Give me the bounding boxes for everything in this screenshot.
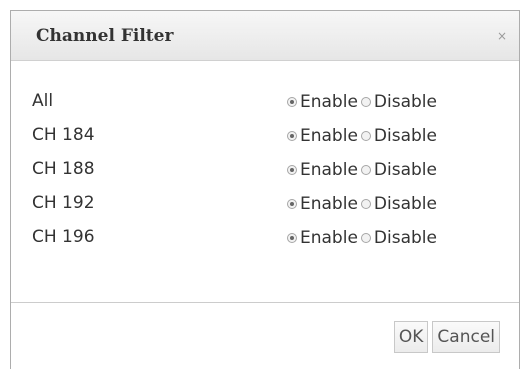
enable-radio[interactable] [287,233,297,243]
enable-disable-group: Enable Disable [287,125,440,147]
enable-disable-group: Enable Disable [287,159,440,181]
enable-disable-group: Enable Disable [287,227,440,249]
enable-label[interactable]: Enable [300,92,358,112]
channel-label: All [32,91,54,111]
disable-radio[interactable] [360,165,371,175]
channel-label: CH 196 [32,227,95,247]
enable-label[interactable]: Enable [300,126,358,146]
disable-radio[interactable] [360,233,371,243]
dialog-footer: OK Cancel [393,321,500,353]
channel-row-all: All Enable Disable [11,91,519,125]
enable-label[interactable]: Enable [300,228,358,248]
close-icon[interactable]: × [494,28,510,44]
channel-label: CH 192 [32,193,95,213]
channel-row-ch184: CH 184 Enable Disable [11,125,519,159]
enable-radio[interactable] [287,131,297,141]
enable-label[interactable]: Enable [300,194,358,214]
cancel-button[interactable]: Cancel [432,321,500,353]
disable-radio[interactable] [360,199,371,209]
channel-label: CH 184 [32,125,95,145]
disable-label[interactable]: Disable [374,228,437,248]
channel-label: CH 188 [32,159,95,179]
channel-row-ch192: CH 192 Enable Disable [11,193,519,227]
enable-disable-group: Enable Disable [287,91,440,113]
disable-label[interactable]: Disable [374,194,437,214]
dialog-titlebar[interactable]: Channel Filter × [11,11,519,61]
footer-divider [11,302,519,303]
disable-radio[interactable] [360,97,371,107]
disable-label[interactable]: Disable [374,126,437,146]
disable-label[interactable]: Disable [374,92,437,112]
enable-radio[interactable] [287,165,297,175]
enable-radio[interactable] [287,97,297,107]
disable-radio[interactable] [360,131,371,141]
ok-button[interactable]: OK [393,321,429,353]
dialog-title: Channel Filter [36,26,174,46]
enable-radio[interactable] [287,199,297,209]
channel-filter-dialog: Channel Filter × All Enable Disable CH 1… [10,10,520,369]
disable-label[interactable]: Disable [374,160,437,180]
channel-row-ch188: CH 188 Enable Disable [11,159,519,193]
enable-label[interactable]: Enable [300,160,358,180]
enable-disable-group: Enable Disable [287,193,440,215]
channel-row-ch196: CH 196 Enable Disable [11,227,519,261]
channel-list: All Enable Disable CH 184 Enable Disable… [11,91,519,261]
